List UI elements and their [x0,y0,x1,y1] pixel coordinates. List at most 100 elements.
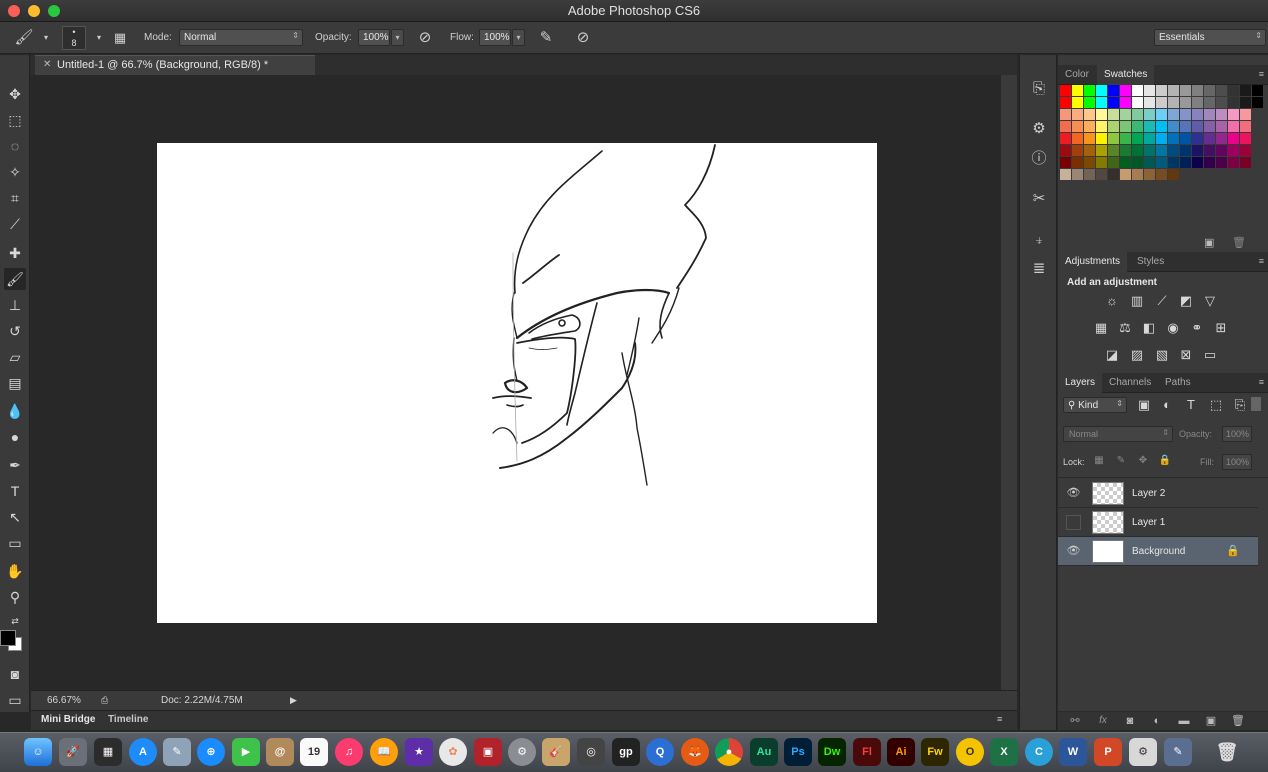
opacity-input[interactable]: 100% [358,29,390,46]
vertical-scrollbar[interactable] [1001,75,1017,690]
system-preferences-icon[interactable]: ⚙ [508,738,536,766]
color-lookup-icon[interactable]: ⊞ [1212,319,1230,337]
color-swatch[interactable] [1180,97,1191,108]
color-swatch[interactable] [1132,109,1143,120]
color-swatch[interactable] [1096,121,1107,132]
healing-brush-tool-icon[interactable]: ✚ [4,242,26,264]
color-swatch[interactable] [1132,133,1143,144]
excel-icon[interactable]: X [990,738,1018,766]
color-swatch[interactable] [1156,109,1167,120]
color-swatch[interactable] [1216,133,1227,144]
color-swatch[interactable] [1144,133,1155,144]
color-swatch[interactable] [1096,133,1107,144]
filter-adjustment-icon[interactable]: ◐ [1158,396,1176,414]
export-icon[interactable]: ⎙ [101,695,108,706]
color-swatch[interactable] [1084,157,1095,168]
color-swatch[interactable] [1180,109,1191,120]
color-swatch[interactable] [1120,121,1131,132]
color-swatch[interactable] [1228,145,1239,156]
photoshop-icon[interactable]: Ps [784,738,812,766]
color-swatch[interactable] [1108,121,1119,132]
gradient-map-icon[interactable]: ▭ [1201,346,1219,364]
layer-opacity-input[interactable]: 100% [1222,426,1252,442]
color-swatch[interactable] [1120,169,1131,180]
fireworks-icon[interactable]: Fw [921,738,949,766]
tab-styles[interactable]: Styles [1130,252,1171,272]
color-swatch[interactable] [1060,169,1071,180]
color-swatch[interactable] [1168,109,1179,120]
color-swatch[interactable] [1060,121,1071,132]
brush-tool-preset-icon[interactable]: 🖌 [14,28,34,48]
color-swatch[interactable] [1204,85,1215,96]
brush-panel-icon[interactable]: ≣ [1029,259,1049,279]
lock-all-icon[interactable]: 🔒 [1156,452,1174,470]
brightness-contrast-icon[interactable]: ☼ [1103,292,1121,310]
color-swatch[interactable] [1132,121,1143,132]
color-swatch[interactable] [1240,157,1251,168]
color-swatch[interactable] [1108,145,1119,156]
crop-tool-icon[interactable]: ⌗ [4,187,26,209]
color-swatch[interactable] [1168,85,1179,96]
color-swatch[interactable] [1084,145,1095,156]
tab-mini-bridge[interactable]: Mini Bridge [41,714,95,725]
color-swatch[interactable] [1108,169,1119,180]
layer-style-icon[interactable]: fx [1094,712,1112,730]
quicktime-icon[interactable]: Q [646,738,674,766]
panel-menu-icon[interactable]: ≡ [1259,377,1264,387]
status-menu-arrow-icon[interactable]: ▶ [290,695,297,706]
mode-select[interactable]: Normal ⇕ [179,29,303,46]
quick-mask-icon[interactable]: ◙ [4,663,26,685]
pressure-size-icon[interactable]: ⊘ [573,28,593,48]
color-swatch[interactable] [1192,121,1203,132]
calendar-icon[interactable]: 19 [300,738,328,766]
color-swatch[interactable] [1192,157,1203,168]
color-swatch[interactable] [1096,169,1107,180]
flash-icon[interactable]: Fl [853,738,881,766]
info-panel-icon[interactable]: ⓘ [1029,149,1049,169]
rectangle-tool-icon[interactable]: ▭ [4,532,26,554]
color-swatch[interactable] [1240,109,1251,120]
color-swatch[interactable] [1096,145,1107,156]
color-swatch[interactable] [1072,97,1083,108]
finder-icon[interactable]: ☺ [24,738,52,766]
color-swatch[interactable] [1216,145,1227,156]
screen-mode-icon[interactable]: ▭ [4,689,26,711]
color-swatch[interactable] [1060,157,1071,168]
color-swatch[interactable] [1072,85,1083,96]
delete-swatch-icon[interactable]: 🗑 [1232,236,1246,249]
tab-swatches[interactable]: Swatches [1097,65,1155,85]
office-ring-icon[interactable]: O [956,738,984,766]
color-swatch[interactable] [1228,157,1239,168]
color-swatch[interactable] [1192,145,1203,156]
flow-slider-dropdown[interactable]: ▾ [512,29,525,46]
zoom-tool-icon[interactable]: ⚲ [4,586,26,608]
delete-layer-icon[interactable]: 🗑 [1229,712,1247,730]
posterize-icon[interactable]: ▨ [1128,346,1146,364]
brush-size-picker[interactable]: • 8 [62,26,86,50]
pen-tool-icon[interactable]: ✒ [4,454,26,476]
color-swatch[interactable] [1204,109,1215,120]
document-tab[interactable]: ✕ Untitled-1 @ 66.7% (Background, RGB/8)… [35,55,315,75]
color-swatch[interactable] [1228,97,1239,108]
photo-filter-icon[interactable]: ◉ [1164,319,1182,337]
history-brush-tool-icon[interactable]: ↺ [4,320,26,342]
color-swatch[interactable] [1204,97,1215,108]
panel-menu-icon[interactable]: ≡ [1259,256,1264,266]
color-swatch[interactable] [1096,85,1107,96]
color-swatch[interactable] [1156,145,1167,156]
black-white-icon[interactable]: ◧ [1140,319,1158,337]
workspace-switcher[interactable]: Essentials ⇕ [1154,29,1266,46]
color-swatch[interactable] [1084,169,1095,180]
layer-row-layer-2[interactable]: 👁 Layer 2 [1058,479,1258,508]
color-swatch[interactable] [1108,85,1119,96]
illustrator-icon[interactable]: Ai [887,738,915,766]
color-swatch[interactable] [1132,169,1143,180]
filter-pixel-icon[interactable]: ▣ [1135,396,1153,414]
color-swatch[interactable] [1216,109,1227,120]
tab-timeline[interactable]: Timeline [108,714,148,725]
swap-colors-icon[interactable]: ⇄ [4,610,26,632]
color-swatch[interactable] [1096,109,1107,120]
hand-tool-icon[interactable]: ✋ [4,560,26,582]
color-swatch[interactable] [1168,121,1179,132]
zoom-level[interactable]: 66.67% [47,695,81,706]
